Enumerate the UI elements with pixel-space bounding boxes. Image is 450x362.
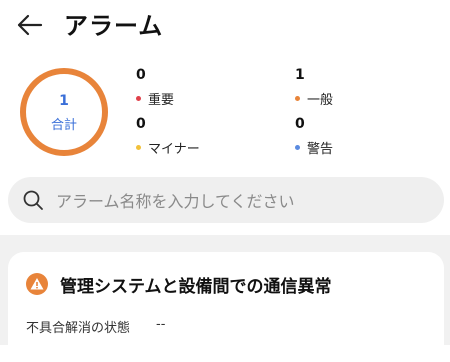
alarm-summary: 1 合計 0 重要 1 一般 0 マイナー 0 警告 — [0, 60, 450, 168]
minor-dot-icon — [136, 145, 141, 150]
app-header: アラーム — [0, 0, 450, 50]
alarm-card[interactable]: 管理システムと設備間での通信異常 不具合解消の状態 -- — [8, 252, 444, 362]
search-bar[interactable] — [8, 177, 444, 225]
critical-dot-icon — [136, 96, 141, 101]
stat-count: 0 — [295, 116, 305, 132]
stat-critical[interactable]: 0 重要 — [136, 67, 174, 108]
stat-count: 0 — [136, 116, 146, 132]
total-label: 合計 — [50, 118, 77, 133]
warning-dot-icon — [295, 145, 300, 150]
alarm-list: 管理システムと設備間での通信異常 不具合解消の状態 -- — [0, 235, 450, 362]
stat-label: 重要 — [148, 93, 175, 108]
status-value: -- — [156, 317, 166, 332]
stat-major[interactable]: 1 一般 — [295, 67, 333, 108]
major-dot-icon — [295, 96, 300, 101]
page-title: アラーム — [64, 12, 164, 40]
stat-label: 一般 — [307, 93, 334, 108]
search-icon — [23, 190, 43, 210]
stat-warning[interactable]: 0 警告 — [295, 116, 333, 157]
stat-label: マイナー — [148, 142, 200, 157]
total-ring[interactable]: 1 合計 — [18, 66, 110, 158]
ring-chart — [20, 68, 108, 156]
status-label: 不具合解消の状態 — [26, 321, 131, 336]
stat-label: 警告 — [307, 142, 334, 157]
stat-count: 0 — [136, 67, 146, 83]
total-count: 1 — [59, 93, 69, 109]
warning-icon — [26, 273, 48, 295]
back-arrow-icon[interactable] — [14, 9, 46, 41]
stat-count: 1 — [295, 67, 305, 83]
search-input[interactable] — [54, 177, 438, 225]
stat-minor[interactable]: 0 マイナー — [136, 116, 200, 157]
alarm-title: 管理システムと設備間での通信異常 — [60, 277, 332, 297]
